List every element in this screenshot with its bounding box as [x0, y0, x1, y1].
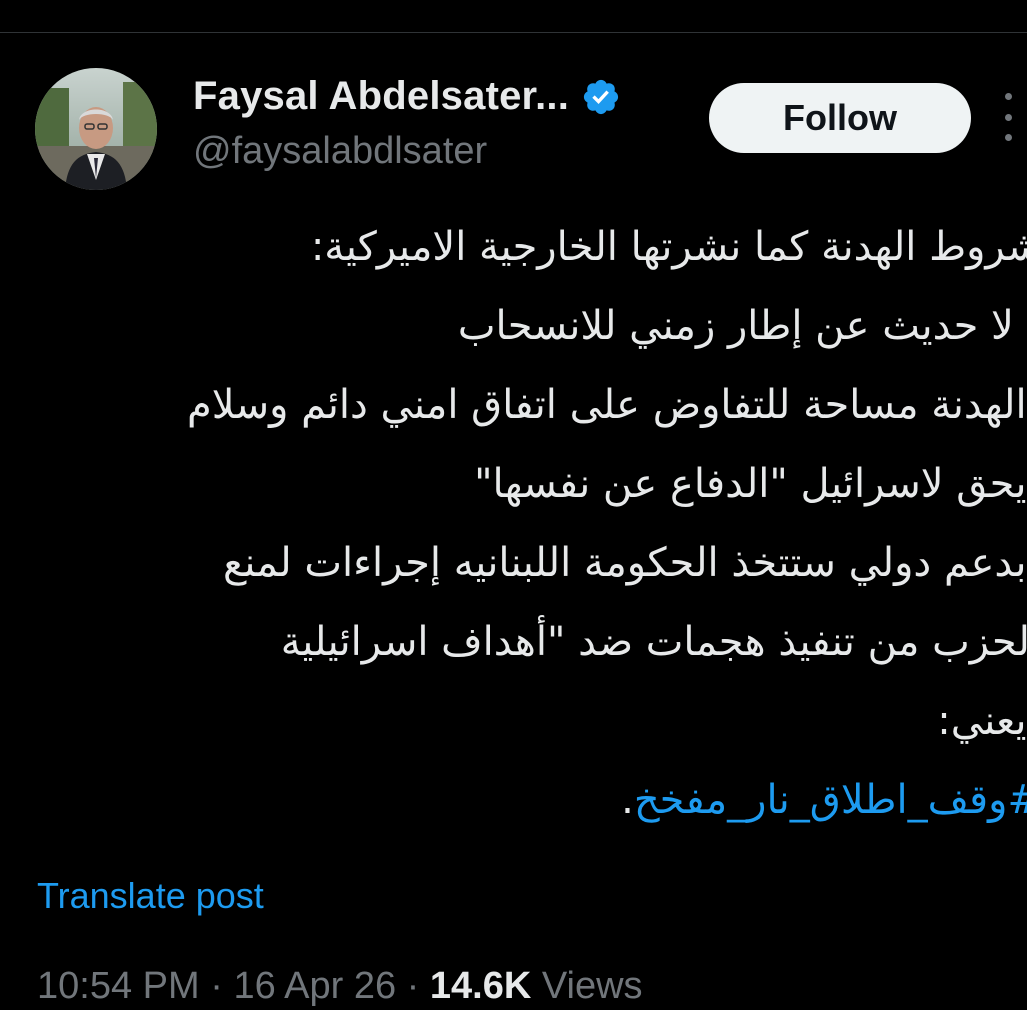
author-handle[interactable]: @faysalabdlsater: [193, 130, 487, 173]
tweet-date[interactable]: 16 Apr 26: [233, 965, 396, 1007]
tweet-meta: 10:54 PM · 16 Apr 26 · 14.6K Views: [37, 965, 643, 1008]
tweet-line: -بدعم دولي ستتخذ الحكومة اللبنانيه إجراء…: [222, 540, 1027, 586]
more-options-icon[interactable]: [1005, 93, 1027, 141]
tweet-line: -يعني:: [937, 698, 1027, 744]
more-dot: [1005, 134, 1012, 141]
meta-separator: ·: [396, 965, 430, 1007]
tweet-line: - لا حديث عن إطار زمني للانسحاب: [457, 303, 1027, 349]
author-name-row[interactable]: Faysal Abdelsater...: [193, 74, 621, 119]
translate-post-link[interactable]: Translate post: [37, 875, 264, 917]
meta-separator: ·: [199, 965, 234, 1007]
more-dot: [1005, 93, 1012, 100]
tweet-line: -يحق لاسرائيل "الدفاع عن نفسها": [474, 461, 1027, 507]
tweet-hashtag-line: #وقف_اطلاق_نار_مفخخ.: [17, 761, 1027, 840]
tweet-text: شروط الهدنة كما نشرتها الخارجية الاميركي…: [17, 208, 1027, 840]
author-display-name[interactable]: Faysal Abdelsater...: [193, 74, 569, 119]
tweet-line: الحزب من تنفيذ هجمات ضد "أهداف اسرائيلية: [280, 619, 1027, 665]
tweet-line: -الهدنة مساحة للتفاوض على اتفاق امني دائ…: [186, 382, 1027, 428]
hashtag-suffix: .: [621, 777, 634, 823]
avatar[interactable]: [35, 68, 157, 190]
tweet-time[interactable]: 10:54 PM: [37, 965, 200, 1007]
follow-button[interactable]: Follow: [709, 83, 971, 153]
top-divider: [0, 32, 1027, 33]
profile-photo-icon: [35, 68, 157, 190]
views-count[interactable]: 14.6K: [430, 965, 531, 1007]
tweet-line: شروط الهدنة كما نشرتها الخارجية الاميركي…: [310, 224, 1027, 270]
hashtag-link[interactable]: #وقف_اطلاق_نار_مفخخ: [634, 777, 1027, 823]
verified-badge-icon: [581, 77, 621, 117]
more-dot: [1005, 113, 1012, 121]
views-label: Views: [531, 965, 643, 1007]
